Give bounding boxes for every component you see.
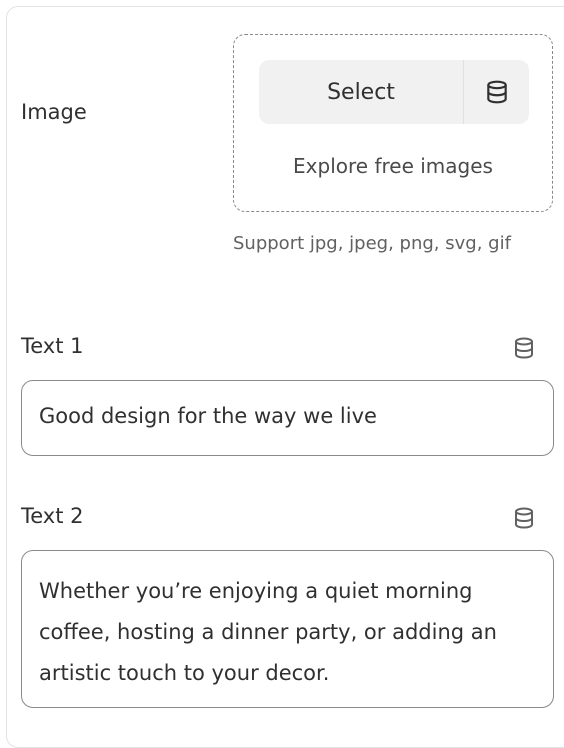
text2-textarea[interactable]: Whether you’re enjoying a quiet morning … [21,550,554,708]
database-icon [515,337,533,359]
database-icon [486,80,507,104]
text1-input[interactable]: Good design for the way we live [21,380,554,456]
select-image-button[interactable]: Select [259,60,463,124]
text2-label: Text 2 [21,504,84,528]
text1-label: Text 1 [21,334,84,358]
text1-dynamic-source-button[interactable] [511,335,537,361]
database-icon [515,507,533,529]
supported-formats-hint: Support jpg, jpeg, png, svg, gif [233,233,511,254]
explore-free-images-link[interactable]: Explore free images [233,154,553,178]
text2-dynamic-source-button[interactable] [511,505,537,531]
image-label: Image [21,100,87,124]
image-dynamic-source-button[interactable] [464,60,529,124]
image-select-group: Select [259,60,529,124]
